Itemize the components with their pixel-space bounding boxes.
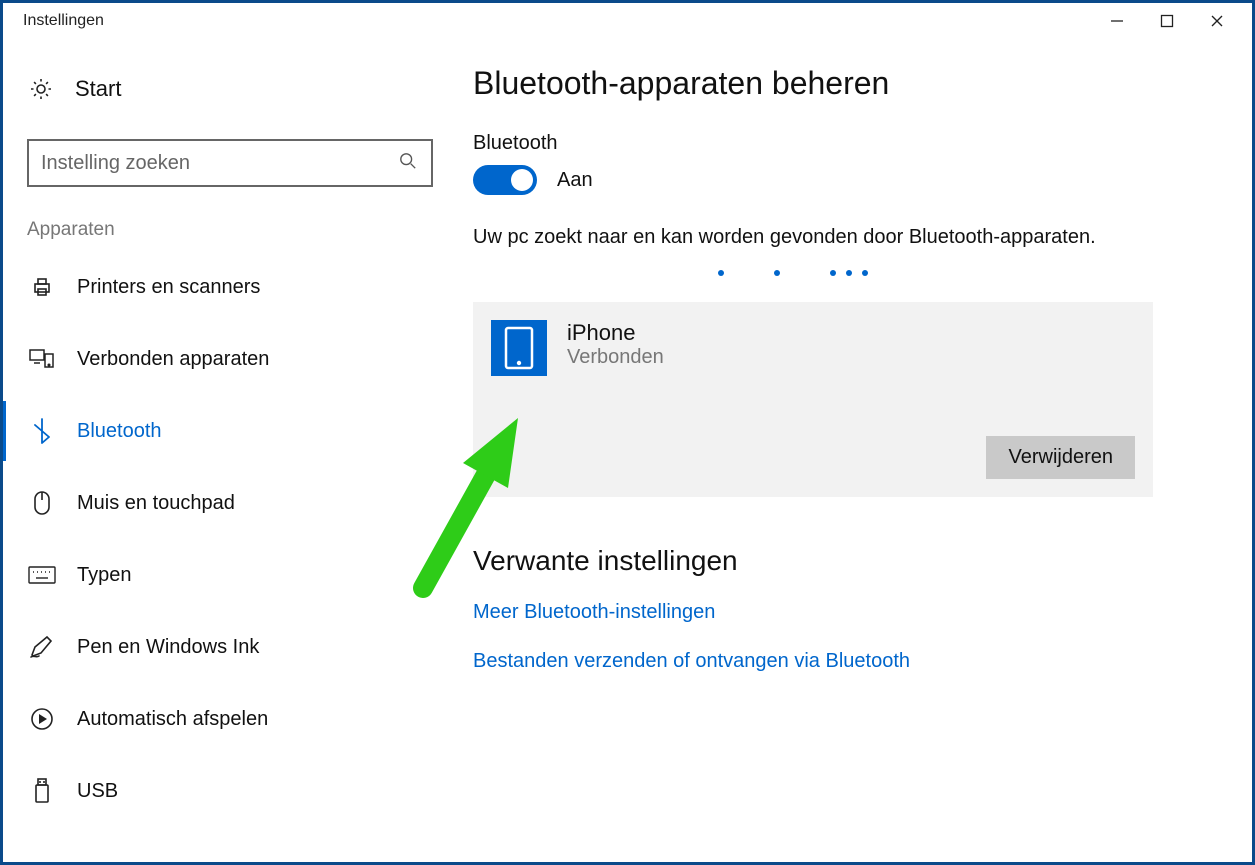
- close-button[interactable]: [1192, 5, 1242, 37]
- phone-icon: [491, 320, 547, 376]
- close-icon: [1210, 14, 1224, 28]
- sidebar-item-label: Bluetooth: [77, 420, 162, 443]
- start-label: Start: [75, 76, 121, 102]
- pen-icon: [27, 635, 57, 659]
- sidebar-item-mouse-touchpad[interactable]: Muis en touchpad: [3, 467, 453, 539]
- toggle-state-label: Aan: [557, 169, 593, 192]
- main-pane: Bluetooth-apparaten beheren Bluetooth Aa…: [473, 39, 1252, 862]
- sidebar-item-printers[interactable]: Printers en scanners: [3, 251, 453, 323]
- titlebar: Instellingen: [3, 3, 1252, 39]
- sidebar-item-usb[interactable]: USB: [3, 755, 453, 827]
- sidebar-item-pen-ink[interactable]: Pen en Windows Ink: [3, 611, 453, 683]
- link-send-receive-files[interactable]: Bestanden verzenden of ontvangen via Blu…: [473, 650, 1192, 673]
- mouse-icon: [27, 490, 57, 516]
- search-box[interactable]: [27, 139, 433, 187]
- link-more-bluetooth-settings[interactable]: Meer Bluetooth-instellingen: [473, 601, 1192, 624]
- sidebar-item-label: Typen: [77, 564, 131, 587]
- sidebar-item-label: Automatisch afspelen: [77, 708, 268, 731]
- sidebar-section-header: Apparaten: [3, 205, 453, 251]
- sidebar: Start Apparaten Printers en scanners: [3, 39, 473, 862]
- autoplay-icon: [27, 707, 57, 731]
- usb-icon: [27, 778, 57, 804]
- page-title: Bluetooth-apparaten beheren: [473, 65, 1192, 102]
- device-card[interactable]: iPhone Verbonden Verwijderen: [473, 302, 1153, 497]
- minimize-icon: [1110, 14, 1124, 28]
- sidebar-item-label: Pen en Windows Ink: [77, 636, 259, 659]
- sidebar-item-connected-devices[interactable]: Verbonden apparaten: [3, 323, 453, 395]
- maximize-icon: [1160, 14, 1174, 28]
- start-home-button[interactable]: Start: [3, 59, 453, 119]
- sidebar-item-typing[interactable]: Typen: [3, 539, 453, 611]
- settings-window: Instellingen Start: [0, 0, 1255, 865]
- toggle-knob: [511, 169, 533, 191]
- minimize-button[interactable]: [1092, 5, 1142, 37]
- window-controls: [1092, 5, 1242, 37]
- sidebar-item-label: Muis en touchpad: [77, 492, 235, 515]
- search-icon: [399, 152, 419, 175]
- related-settings-heading: Verwante instellingen: [473, 545, 1192, 577]
- bluetooth-icon: [27, 418, 57, 444]
- gear-icon: [27, 77, 55, 101]
- sidebar-item-bluetooth[interactable]: Bluetooth: [3, 395, 453, 467]
- bluetooth-label: Bluetooth: [473, 132, 1192, 155]
- remove-device-button[interactable]: Verwijderen: [986, 436, 1135, 479]
- search-input[interactable]: [41, 152, 399, 175]
- progress-dots: [473, 260, 1113, 286]
- window-title: Instellingen: [23, 12, 104, 30]
- sidebar-item-label: Printers en scanners: [77, 276, 260, 299]
- bluetooth-toggle[interactable]: [473, 165, 537, 195]
- discovery-status-text: Uw pc zoekt naar en kan worden gevonden …: [473, 223, 1113, 252]
- sidebar-item-autoplay[interactable]: Automatisch afspelen: [3, 683, 453, 755]
- device-status: Verbonden: [567, 346, 664, 369]
- printer-icon: [27, 275, 57, 299]
- keyboard-icon: [27, 566, 57, 584]
- maximize-button[interactable]: [1142, 5, 1192, 37]
- sidebar-item-label: Verbonden apparaten: [77, 348, 269, 371]
- device-name: iPhone: [567, 320, 664, 346]
- devices-icon: [27, 348, 57, 370]
- sidebar-item-label: USB: [77, 780, 118, 803]
